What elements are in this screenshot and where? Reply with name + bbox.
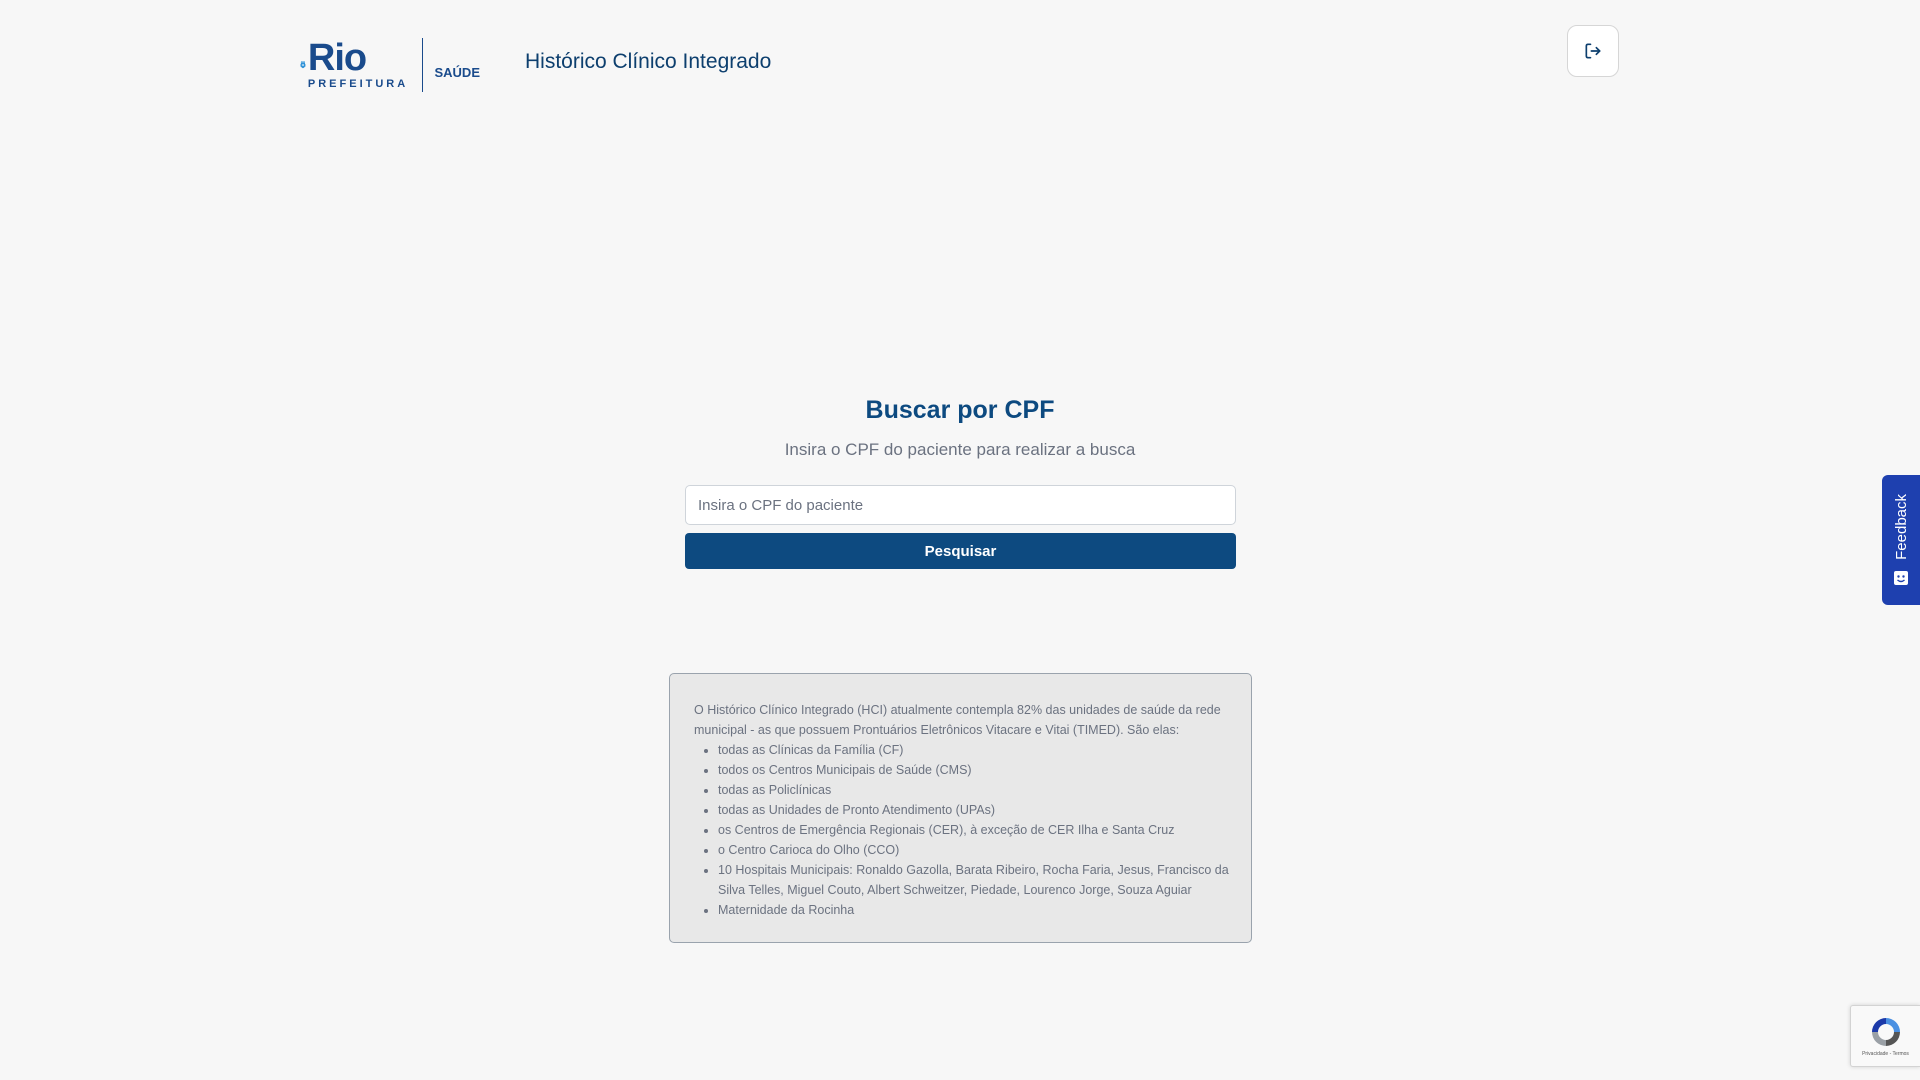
list-item: todas as Clínicas da Família (CF) — [718, 740, 1229, 760]
recaptcha-terms[interactable]: Privacidade - Termos — [1862, 1051, 1909, 1057]
app-title: Histórico Clínico Integrado — [525, 50, 772, 73]
list-item: Maternidade da Rocinha — [718, 900, 1229, 920]
logout-button[interactable] — [1567, 25, 1619, 77]
prefeitura-rio-saude-logo: Rio PREFEITURA SAÚDE — [300, 36, 480, 94]
rio-crest-icon — [300, 61, 306, 69]
logo-prefeitura-text: PREFEITURA — [307, 78, 409, 90]
recaptcha-icon — [1871, 1018, 1900, 1046]
list-item: todas as Policlínicas — [718, 780, 1229, 800]
info-intro: O Histórico Clínico Integrado (HCI) atua… — [694, 703, 1221, 737]
list-item: os Centros de Emergência Regionais (CER)… — [718, 820, 1229, 840]
feedback-icon — [1894, 570, 1908, 585]
recaptcha-badge[interactable]: Privacidade - Termos — [1850, 1005, 1920, 1067]
info-box: O Histórico Clínico Integrado (HCI) atua… — [669, 673, 1252, 943]
list-item: todas as Unidades de Pronto Atendimento … — [718, 800, 1229, 820]
cpf-input[interactable] — [685, 485, 1236, 525]
header: Rio PREFEITURA SAÚDE Histórico Clínico I… — [0, 0, 1920, 120]
search-title: Buscar por CPF — [865, 396, 1055, 424]
logout-icon — [1585, 43, 1601, 59]
logo-rio-text: Rio — [307, 37, 367, 79]
search-subtitle: Insira o CPF do paciente para realizar a… — [784, 440, 1136, 459]
list-item: o Centro Carioca do Olho (CCO) — [718, 840, 1229, 860]
list-item: 10 Hospitais Municipais: Ronaldo Gazolla… — [718, 860, 1229, 900]
feedback-tab[interactable]: Feedback — [1882, 475, 1920, 605]
list-item: todos os Centros Municipais de Saúde (CM… — [718, 760, 1229, 780]
logo-saude-text: SAÚDE — [434, 64, 480, 80]
info-list: todas as Clínicas da Família (CF) todos … — [694, 740, 1229, 920]
search-button[interactable]: Pesquisar — [685, 533, 1236, 569]
feedback-label: Feedback — [1892, 494, 1910, 560]
